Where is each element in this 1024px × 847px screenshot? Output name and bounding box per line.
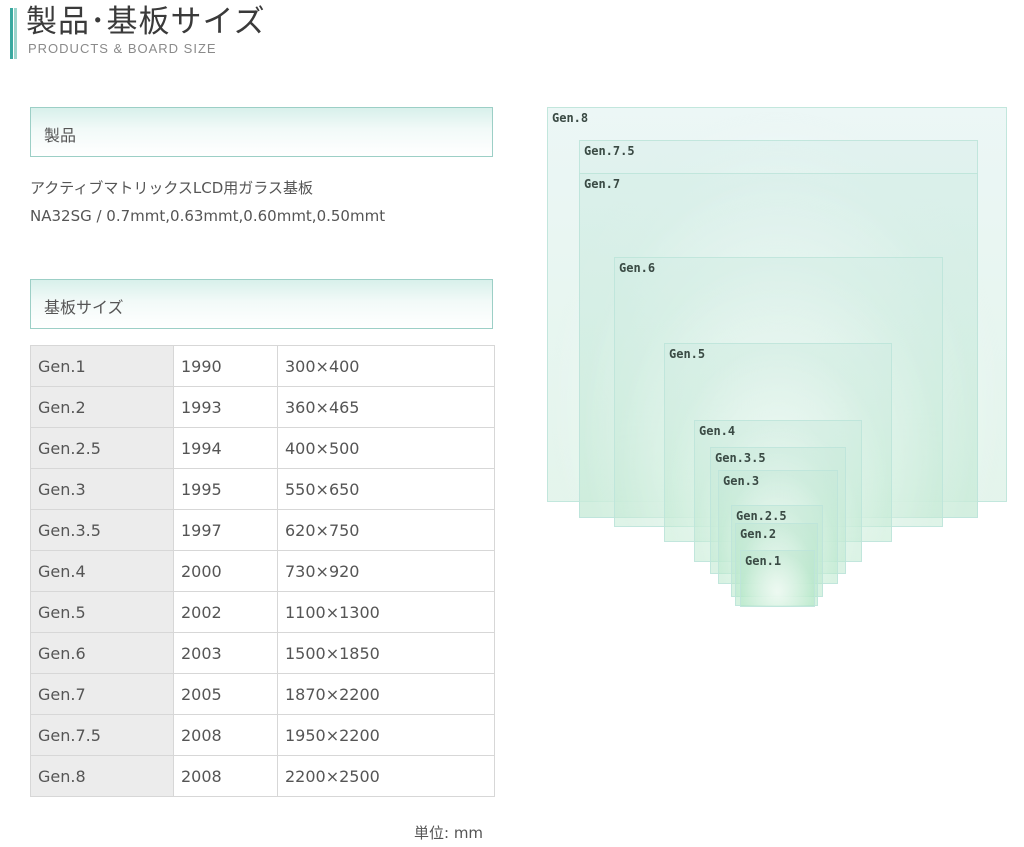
gen-label: Gen.2 (740, 527, 777, 541)
gen-3-5-rect: Gen.3.5 (710, 447, 846, 574)
table-row: Gen.1 1990 300×400 (30, 345, 495, 387)
table-row: Gen.8 2008 2200×2500 (30, 755, 495, 797)
size-cell: 360×465 (277, 386, 495, 428)
table-row: Gen.2.5 1994 400×500 (30, 427, 495, 469)
table-row: Gen.7.5 2008 1950×2200 (30, 714, 495, 756)
gen-cell: Gen.8 (30, 755, 174, 797)
gen-cell: Gen.4 (30, 550, 174, 592)
year-cell: 2002 (173, 591, 278, 633)
size-cell: 1500×1850 (277, 632, 495, 674)
size-cell: 1950×2200 (277, 714, 495, 756)
sizes-heading-box: 基板サイズ (30, 279, 493, 329)
year-cell: 2005 (173, 673, 278, 715)
gen-2-rect: Gen.2 (735, 523, 818, 606)
year-cell: 2003 (173, 632, 278, 674)
product-description: アクティブマトリックスLCD用ガラス基板 NA32SG / 0.7mmt,0.6… (30, 174, 385, 230)
table-row: Gen.2 1993 360×465 (30, 386, 495, 428)
gen-cell: Gen.7 (30, 673, 174, 715)
gen-cell: Gen.7.5 (30, 714, 174, 756)
gen-label: Gen.1 (745, 554, 782, 568)
year-cell: 2008 (173, 755, 278, 797)
gen-7-5-rect: Gen.7.5 (579, 140, 978, 518)
gen-label: Gen.6 (619, 261, 656, 275)
table-row: Gen.3 1995 550×650 (30, 468, 495, 510)
table-row: Gen.5 2002 1100×1300 (30, 591, 495, 633)
year-cell: 1995 (173, 468, 278, 510)
gen-3-rect: Gen.3 (718, 470, 838, 584)
products-heading: 製品 (44, 126, 77, 145)
year-cell: 1993 (173, 386, 278, 428)
gen-cell: Gen.6 (30, 632, 174, 674)
size-cell: 550×650 (277, 468, 495, 510)
year-cell: 1997 (173, 509, 278, 551)
year-cell: 2000 (173, 550, 278, 592)
gen-5-rect: Gen.5 (664, 343, 892, 542)
product-line-1: アクティブマトリックスLCD用ガラス基板 (30, 179, 313, 197)
size-cell: 1870×2200 (277, 673, 495, 715)
size-cell: 400×500 (277, 427, 495, 469)
gen-label: Gen.7 (584, 177, 621, 191)
table-row: Gen.3.5 1997 620×750 (30, 509, 495, 551)
gen-cell: Gen.1 (30, 345, 174, 387)
size-cell: 1100×1300 (277, 591, 495, 633)
unit-note: 単位: mm (414, 824, 484, 842)
page-subtitle: PRODUCTS & BOARD SIZE (28, 41, 217, 56)
gen-cell: Gen.3 (30, 468, 174, 510)
gen-label: Gen.7.5 (584, 144, 635, 158)
year-cell: 1990 (173, 345, 278, 387)
gen-2-5-rect: Gen.2.5 (731, 505, 823, 597)
gen-cell: Gen.2.5 (30, 427, 174, 469)
table-row: Gen.6 2003 1500×1850 (30, 632, 495, 674)
board-size-table: Gen.1 1990 300×400 Gen.2 1993 360×465 Gen.2.5 1… (30, 345, 495, 797)
gen-cell: Gen.5 (30, 591, 174, 633)
size-cell: 2200×2500 (277, 755, 495, 797)
gen-1-rect: Gen.1 (740, 550, 815, 607)
gen-label: Gen.8 (552, 111, 589, 125)
product-line-2: NA32SG / 0.7mmt,0.63mmt,0.60mmt,0.50mmt (30, 207, 386, 225)
gen-8-rect: Gen.8 (547, 107, 1007, 502)
page-title: 製品･基板サイズ (26, 4, 266, 40)
gen-label: Gen.4 (699, 424, 736, 438)
gen-label: Gen.3.5 (715, 451, 766, 465)
table-row: Gen.4 2000 730×920 (30, 550, 495, 592)
size-cell: 730×920 (277, 550, 495, 592)
gen-label: Gen.2.5 (736, 509, 787, 523)
gen-cell: Gen.3.5 (30, 509, 174, 551)
title-accent-bar (10, 8, 17, 59)
year-cell: 1994 (173, 427, 278, 469)
size-cell: 620×750 (277, 509, 495, 551)
sizes-heading: 基板サイズ (44, 298, 124, 317)
gen-label: Gen.3 (723, 474, 760, 488)
gen-label: Gen.5 (669, 347, 706, 361)
year-cell: 2008 (173, 714, 278, 756)
gen-cell: Gen.2 (30, 386, 174, 428)
products-heading-box: 製品 (30, 107, 493, 157)
size-cell: 300×400 (277, 345, 495, 387)
gen-4-rect: Gen.4 (694, 420, 862, 562)
gen-7-rect: Gen.7 (579, 173, 978, 518)
table-row: Gen.7 2005 1870×2200 (30, 673, 495, 715)
gen-6-rect: Gen.6 (614, 257, 943, 527)
